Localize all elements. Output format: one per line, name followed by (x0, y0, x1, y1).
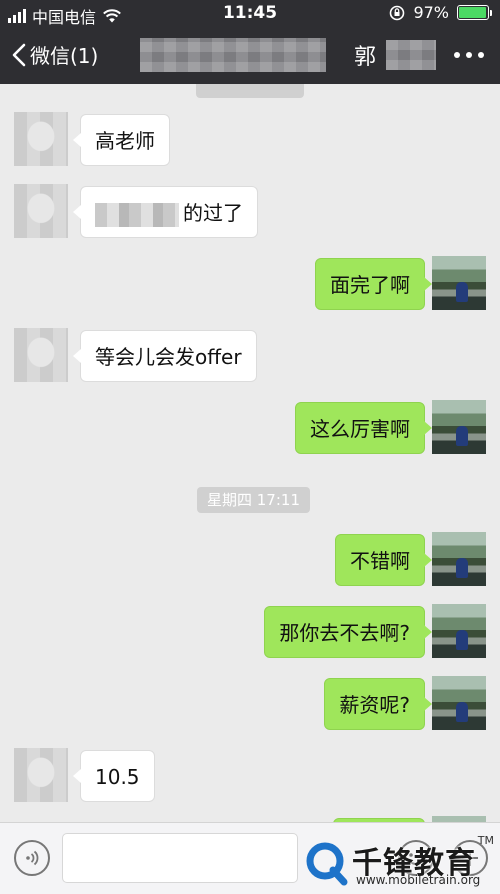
message-bubble-received[interactable]: 高老师 (73, 114, 170, 166)
status-bar: 中国电信 11:45 97% (0, 0, 500, 27)
chat-title-text: 郭 (354, 45, 377, 70)
message-input[interactable] (62, 833, 298, 883)
orientation-lock-icon (390, 5, 405, 20)
emoji-icon (408, 853, 424, 865)
timestamp-chip-obscured (196, 84, 304, 98)
more-icon[interactable] (454, 52, 484, 58)
timestamp-chip: 星期四 17:11 (197, 487, 310, 513)
input-bar (0, 822, 500, 894)
message-bubble-sent[interactable]: 不错啊 (335, 534, 432, 586)
message-bubble-received[interactable]: 的过了 (73, 186, 258, 238)
chat-header: 微信(1) 郭 (0, 26, 500, 84)
avatar[interactable] (14, 748, 68, 802)
message-bubble-sent[interactable]: 那你去不去啊? (264, 606, 432, 658)
my-avatar[interactable] (432, 532, 486, 586)
battery-percent: 97% (413, 3, 449, 22)
voice-icon (26, 850, 39, 866)
back-chevron-icon (12, 43, 26, 66)
message-bubble-sent[interactable]: 面完了啊 (315, 258, 432, 310)
back-button[interactable]: 微信(1) (10, 40, 98, 69)
status-right: 97% (389, 3, 492, 22)
my-avatar[interactable] (432, 676, 486, 730)
obscured-name-suffix (386, 40, 437, 70)
back-label: 微信(1) (30, 44, 99, 68)
avatar[interactable] (14, 328, 68, 382)
avatar[interactable] (14, 112, 68, 166)
chat-title: 郭 (140, 38, 437, 72)
my-avatar[interactable] (432, 604, 486, 658)
message-bubble-received[interactable]: 等会儿会发offer (73, 330, 257, 382)
plus-icon[interactable] (452, 840, 488, 876)
obscured-text (95, 202, 179, 227)
message-bubble-sent[interactable]: 这么厉害啊 (295, 402, 432, 454)
battery-fill (459, 7, 487, 18)
avatar[interactable] (14, 184, 68, 238)
my-avatar[interactable] (432, 400, 486, 454)
message-list[interactable]: 高老师 的过了 面完了啊 等会儿会发offer 这么厉害啊 星期四 17:11 … (0, 84, 500, 822)
voice-button[interactable] (14, 840, 50, 876)
my-avatar[interactable] (432, 256, 486, 310)
emoji-button[interactable] (398, 840, 434, 876)
message-bubble-received[interactable]: 10.5 (73, 750, 155, 802)
message-text: 的过了 (183, 201, 243, 225)
battery-icon (457, 5, 492, 20)
obscured-name (140, 38, 326, 72)
message-bubble-sent[interactable]: 薪资呢? (324, 678, 432, 730)
